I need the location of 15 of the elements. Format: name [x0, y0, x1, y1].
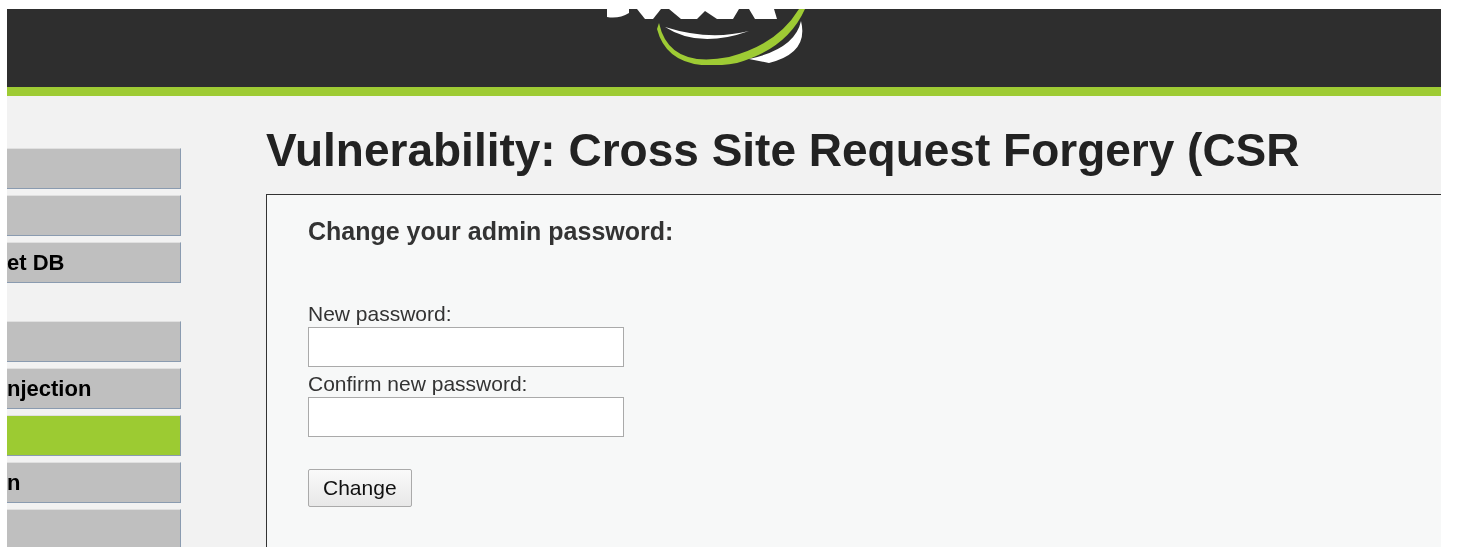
form-heading: Change your admin password: [308, 216, 674, 247]
menu-item[interactable] [7, 195, 181, 236]
menu-item[interactable] [7, 321, 181, 362]
menu-item[interactable]: njection [7, 368, 181, 409]
password-field[interactable] [308, 327, 624, 367]
menu-item[interactable]: n [7, 462, 181, 503]
field-label: Confirm new password: [308, 371, 528, 397]
password-field[interactable] [308, 397, 624, 437]
change-button[interactable]: Change [308, 469, 412, 507]
menu-item[interactable] [7, 509, 181, 547]
menu-item[interactable] [7, 415, 181, 456]
menu-item[interactable]: et DB [7, 242, 181, 283]
field-label: New password: [308, 301, 452, 327]
menu-item[interactable] [7, 148, 181, 189]
page-title: Vulnerability: Cross Site Request Forgery (CSR [266, 123, 1300, 178]
